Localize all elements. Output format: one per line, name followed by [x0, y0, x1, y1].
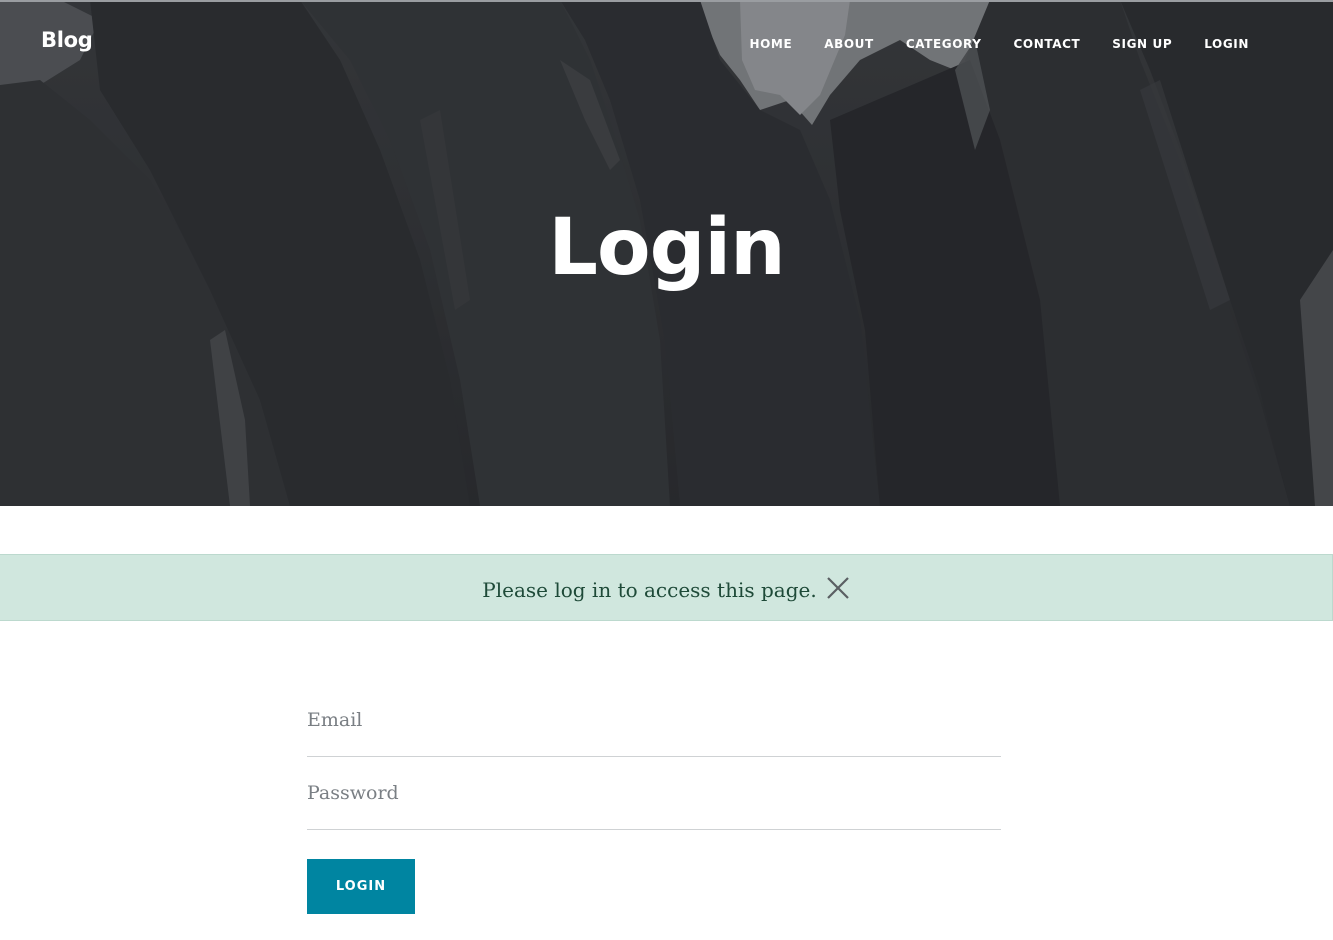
flash-message: Please log in to access this page.	[0, 554, 1333, 621]
nav-link-home[interactable]: HOME	[749, 37, 792, 51]
nav-item-login: LOGIN	[1204, 35, 1249, 53]
email-field[interactable]	[307, 700, 1001, 740]
nav-link-category[interactable]: CATEGORY	[906, 37, 982, 51]
nav-item-category: CATEGORY	[906, 35, 982, 53]
brand-link[interactable]: Blog	[41, 28, 93, 52]
nav-item-signup: SIGN UP	[1112, 35, 1172, 53]
masthead: Blog HOME ABOUT CATEGORY CONTACT SIGN UP…	[0, 0, 1333, 506]
login-form: LOGIN	[307, 684, 1001, 914]
nav-link-contact[interactable]: CONTACT	[1014, 37, 1081, 51]
nav-link-signup[interactable]: SIGN UP	[1112, 37, 1172, 51]
password-field[interactable]	[307, 773, 1001, 813]
nav-links: HOME ABOUT CATEGORY CONTACT SIGN UP LOGI…	[717, 35, 1249, 53]
page-title: Login	[548, 203, 785, 293]
nav-item-about: ABOUT	[824, 35, 874, 53]
nav-item-home: HOME	[749, 35, 792, 53]
nav-link-about[interactable]: ABOUT	[824, 37, 874, 51]
email-field-group	[307, 684, 1001, 757]
flash-message-text: Please log in to access this page.	[482, 577, 817, 602]
page: Blog HOME ABOUT CATEGORY CONTACT SIGN UP…	[0, 0, 1333, 940]
flash-close-button[interactable]	[826, 576, 850, 600]
login-submit-button[interactable]: LOGIN	[307, 859, 415, 914]
nav-item-contact: CONTACT	[1014, 35, 1081, 53]
password-field-group	[307, 757, 1001, 830]
main-navbar: Blog HOME ABOUT CATEGORY CONTACT SIGN UP…	[0, 0, 1333, 84]
flash-content: Please log in to access this page.	[0, 555, 1332, 620]
close-icon	[826, 576, 849, 599]
nav-link-login[interactable]: LOGIN	[1204, 37, 1249, 51]
